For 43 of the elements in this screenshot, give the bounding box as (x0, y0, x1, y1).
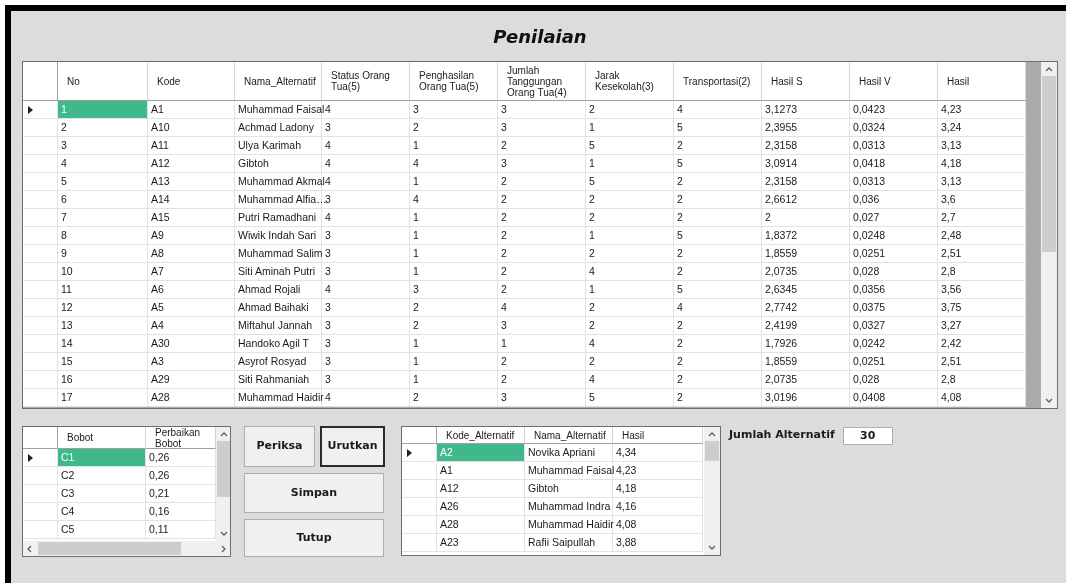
table-cell: 5 (586, 389, 674, 407)
scroll-down-icon[interactable] (1045, 398, 1053, 403)
table-cell: 4 (322, 389, 410, 407)
table-cell: 0,0408 (850, 389, 938, 407)
scroll-left-icon[interactable] (27, 544, 32, 553)
action-button[interactable]: Periksa (244, 426, 315, 467)
scroll-down-icon[interactable] (220, 531, 228, 536)
table-cell: Rafii Saipullah (525, 534, 613, 552)
table-cell: 17 (58, 389, 148, 407)
vertical-scrollbar[interactable] (1041, 62, 1057, 408)
table-cell: 2 (410, 389, 498, 407)
scroll-up-icon[interactable] (1045, 67, 1053, 72)
table-cell: 3,0196 (762, 389, 850, 407)
vertical-scrollbar[interactable] (704, 427, 720, 555)
table-cell: A28 (148, 389, 235, 407)
table-cell: 4,08 (938, 389, 1026, 407)
table-cell: Muhammad Haidir (235, 389, 322, 407)
scroll-right-icon[interactable] (221, 544, 226, 553)
total-field: 30 (842, 427, 893, 445)
total-label: Jumlah Alternatif (729, 427, 835, 443)
table-cell: C5 (58, 521, 146, 539)
table-cell: 3 (498, 389, 586, 407)
current-row-icon (28, 453, 33, 462)
scroll-thumb[interactable] (217, 441, 230, 497)
action-button[interactable]: Urutkan (320, 426, 385, 467)
action-button[interactable]: Simpan (244, 473, 384, 513)
scroll-thumb[interactable] (1042, 76, 1056, 252)
action-button[interactable]: Tutup (244, 519, 384, 557)
scroll-thumb[interactable] (38, 542, 181, 555)
table-cell: 1 (58, 101, 148, 119)
current-row-icon (28, 105, 33, 114)
table-cell: C1 (58, 449, 146, 467)
scroll-up-icon[interactable] (220, 432, 228, 437)
current-row-icon (407, 448, 412, 457)
form-title: Penilaian (493, 25, 587, 49)
table-cell: A2 (437, 444, 525, 462)
scroll-thumb[interactable] (705, 441, 719, 461)
horizontal-scrollbar[interactable] (23, 541, 230, 556)
table-cell: A23 (437, 534, 525, 552)
scroll-up-icon[interactable] (708, 432, 716, 437)
table-cell: 2 (674, 389, 762, 407)
vertical-scrollbar[interactable] (216, 427, 230, 541)
scroll-down-icon[interactable] (708, 545, 716, 550)
